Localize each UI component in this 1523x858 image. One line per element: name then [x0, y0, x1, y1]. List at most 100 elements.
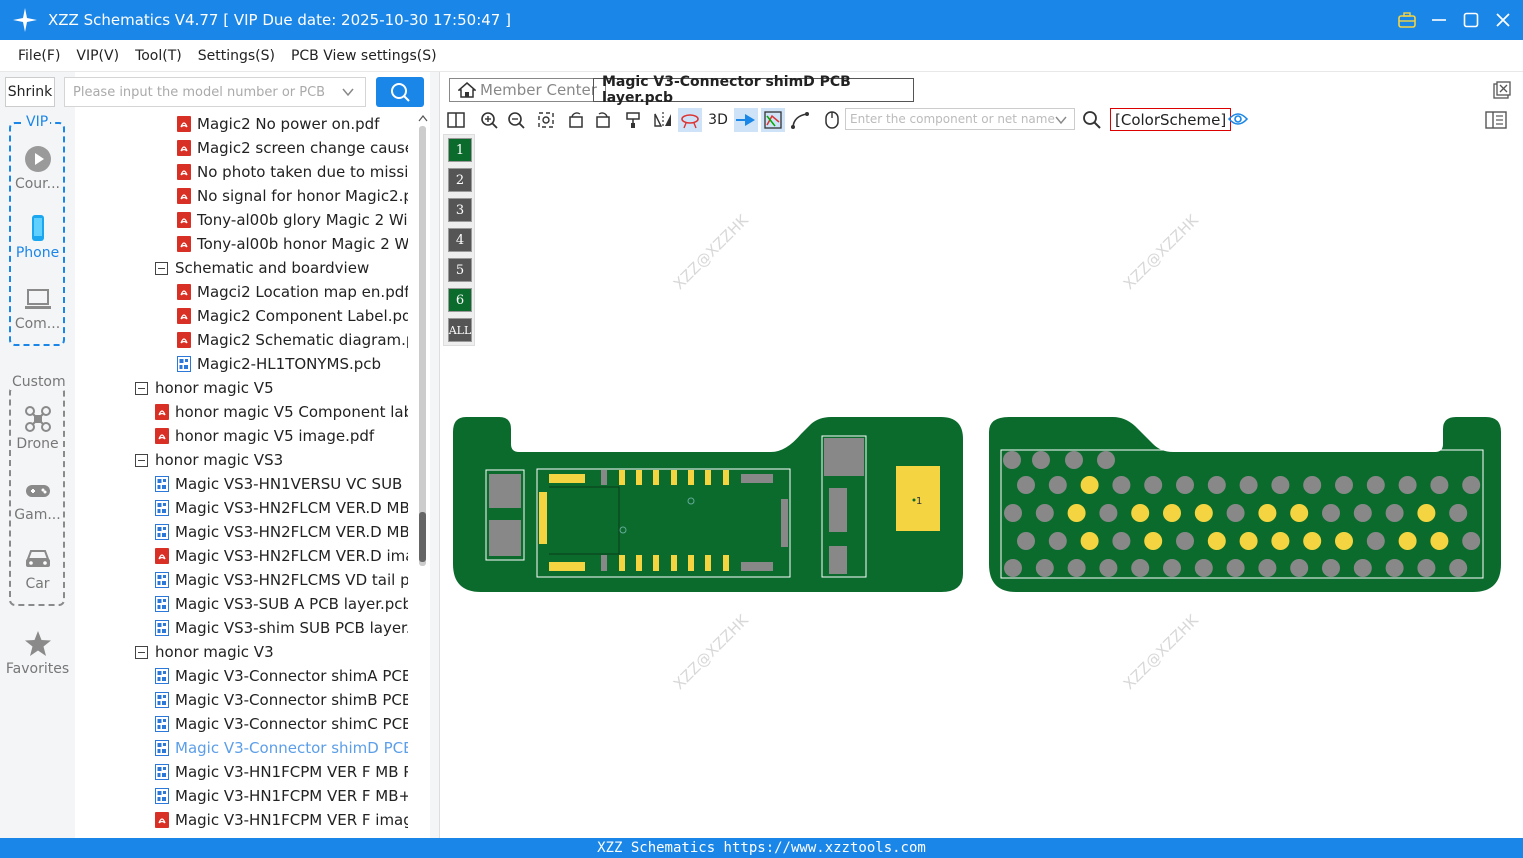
layer-button[interactable]: 5 — [448, 258, 472, 282]
tree-file[interactable]: Magic2-HL1TONYMS.pcb — [177, 352, 408, 376]
tree-file[interactable]: Tony-al00b honor Magic 2 WiFi — [177, 232, 408, 256]
zoom-out-icon[interactable] — [504, 108, 528, 132]
tree-folder[interactable]: honor magic V3 — [135, 640, 408, 664]
net-trace-icon[interactable] — [761, 108, 785, 132]
tree-file[interactable]: No photo taken due to missing — [177, 160, 408, 184]
tree-file[interactable]: Magic VS3-HN2FLCM VER.D MB+SUB — [155, 520, 408, 544]
layer-button[interactable]: 1 — [448, 138, 472, 162]
briefcase-icon[interactable] — [1397, 10, 1417, 30]
maximize-button[interactable] — [1461, 10, 1481, 30]
chevron-down-icon[interactable] — [1054, 113, 1068, 127]
menu-tool[interactable]: Tool(T) — [127, 48, 190, 64]
tree-file[interactable]: Magic2 screen change causes the — [177, 136, 408, 160]
tree-file[interactable]: Magic VS3-HN2FLCM VER.D MB PCB — [155, 496, 408, 520]
minimize-button[interactable] — [1429, 10, 1449, 30]
tree-file[interactable]: Tony-al00b glory Magic 2 WiFi does — [177, 208, 408, 232]
measure-icon[interactable] — [788, 108, 812, 132]
pcb-board-right — [989, 417, 1501, 592]
search-button[interactable] — [376, 77, 424, 107]
collapse-icon[interactable] — [135, 453, 148, 467]
title-bar: XZZ Schematics V4.77 [ VIP Due date: 202… — [0, 0, 1523, 40]
tree-file[interactable]: Magic VS3-shim SUB PCB layer.pcb — [155, 616, 408, 640]
tree-file[interactable]: No signal for honor Magic2.pdf — [177, 184, 408, 208]
collapse-icon[interactable] — [135, 381, 148, 395]
layer-button[interactable]: 2 — [448, 168, 472, 192]
fit-view-icon[interactable] — [534, 108, 558, 132]
tree-file[interactable]: Magic2 Schematic diagram.pdf — [177, 328, 408, 352]
tree-file[interactable]: Magic2 Component Label.pdf — [177, 304, 408, 328]
tree-file[interactable]: Magic VS3-HN1VERSU VC SUB PCB — [155, 472, 408, 496]
side-panel-toggle-icon[interactable] — [1485, 111, 1507, 129]
model-search-input[interactable]: Please input the model number or PCB — [64, 77, 366, 107]
net-highlight-icon[interactable] — [678, 108, 702, 132]
rotate-right-icon[interactable] — [591, 108, 615, 132]
split-view-icon[interactable] — [444, 108, 468, 132]
scroll-up-icon[interactable] — [418, 114, 428, 122]
layer-button[interactable]: ALL — [448, 318, 472, 342]
rail-item-phone[interactable]: Phone — [0, 214, 75, 261]
view-3d-button[interactable]: 3D — [705, 108, 731, 132]
tab-active-pcb[interactable]: Magic V3-Connector shimD PCB layer.pcb — [593, 74, 914, 106]
bga-pad — [1003, 451, 1021, 469]
rail-item-drone[interactable]: Drone — [0, 405, 75, 452]
bga-pad — [1163, 504, 1181, 522]
menu-vip[interactable]: VIP(V) — [68, 48, 127, 64]
tree-file[interactable]: Magic V3-Connector shimA PCB layer — [155, 664, 408, 688]
rotate-left-icon[interactable] — [564, 108, 588, 132]
rail-item-car[interactable]: Car — [0, 545, 75, 592]
close-button[interactable] — [1493, 10, 1513, 30]
layer-button[interactable]: 3 — [448, 198, 472, 222]
menu-settings[interactable]: Settings(S) — [190, 48, 283, 64]
mirror-icon[interactable] — [651, 108, 675, 132]
tree-item-label: Magic VS3-HN2FLCM VER.D MB PCB — [175, 499, 408, 517]
watermark: XZZ@XZZHK — [1120, 610, 1203, 693]
component-search-icon[interactable] — [1082, 110, 1102, 130]
tree-file[interactable]: Magci2 Location map en.pdf — [177, 280, 408, 304]
tree-file[interactable]: Magic VS3-HN2FLCM VER.D image — [155, 544, 408, 568]
panel-splitter[interactable] — [430, 72, 440, 838]
tree-item-label: honor magic VS3 — [155, 451, 284, 469]
tree-file[interactable]: Magic VS3-HN2FLCMS VD tail plug — [155, 568, 408, 592]
bga-pad — [1032, 451, 1050, 469]
mouse-icon[interactable] — [820, 108, 844, 132]
tree-file[interactable]: Magic V3-HN1FCPM VER F MB PCB — [155, 760, 408, 784]
color-scheme-button[interactable]: [ColorScheme] — [1110, 108, 1232, 131]
tree-file[interactable]: Magic V3-Connector shimC PCB layer — [155, 712, 408, 736]
zoom-in-icon[interactable] — [477, 108, 501, 132]
tree-file[interactable]: honor magic V5 Component labeling — [155, 400, 408, 424]
tree-folder[interactable]: honor magic VS3 — [135, 448, 408, 472]
tree-file[interactable]: Magic2 No power on.pdf — [177, 112, 408, 136]
tree-file[interactable]: Magic V3-Connector shimB PCB layer — [155, 688, 408, 712]
tree-folder[interactable]: honor magic V5 — [135, 376, 408, 400]
rail-item-courses[interactable]: Cour... — [0, 145, 75, 192]
menu-pcb-view-settings[interactable]: PCB View settings(S) — [283, 48, 445, 64]
tree-file[interactable]: Magic V3-HN1FCPM VER F image.pdf — [155, 808, 408, 832]
tree-file[interactable]: Magic VS3-SUB A PCB layer.pcb — [155, 592, 408, 616]
collapse-icon[interactable] — [155, 261, 168, 275]
probe-icon[interactable] — [734, 108, 758, 132]
eye-icon[interactable] — [1228, 111, 1248, 127]
paint-brush-icon[interactable] — [621, 108, 645, 132]
collapse-icon[interactable] — [135, 645, 148, 659]
tree-file[interactable]: Magic V3-HN1FCPM VER F MB+SUB — [155, 784, 408, 808]
layer-button[interactable]: 6 — [448, 288, 472, 312]
car-icon — [25, 550, 50, 567]
rail-item-favorites[interactable]: Favorites — [0, 630, 75, 677]
close-tab-icon[interactable] — [1493, 81, 1511, 99]
bga-pad — [1258, 559, 1277, 577]
shrink-button[interactable]: Shrink — [5, 77, 55, 107]
rail-item-games[interactable]: Gam... — [0, 476, 75, 523]
tab-member-center[interactable]: Member Center — [449, 78, 606, 102]
pcb-canvas[interactable]: 1 2 3 4 5 6 ALL XZZ@XZZHK XZZ@XZZHK XZZ@XZZHK … — [441, 134, 1523, 838]
component-search-input[interactable]: Enter the component or net name — [845, 108, 1075, 130]
bga-pad — [1207, 532, 1226, 550]
tree-folder[interactable]: Schematic and boardview — [155, 256, 408, 280]
rail-item-computer[interactable]: Com... — [0, 285, 75, 332]
scrollbar-thumb[interactable] — [419, 512, 426, 562]
tree-file[interactable]: honor magic V5 image.pdf — [155, 424, 408, 448]
layer-button[interactable]: 4 — [448, 228, 472, 252]
tree-file[interactable]: Magic V3-Connector shimD PCB layer — [155, 736, 408, 760]
chevron-down-icon[interactable] — [341, 85, 355, 99]
menu-file[interactable]: File(F) — [10, 48, 68, 64]
tree-scrollbar[interactable] — [408, 112, 430, 838]
